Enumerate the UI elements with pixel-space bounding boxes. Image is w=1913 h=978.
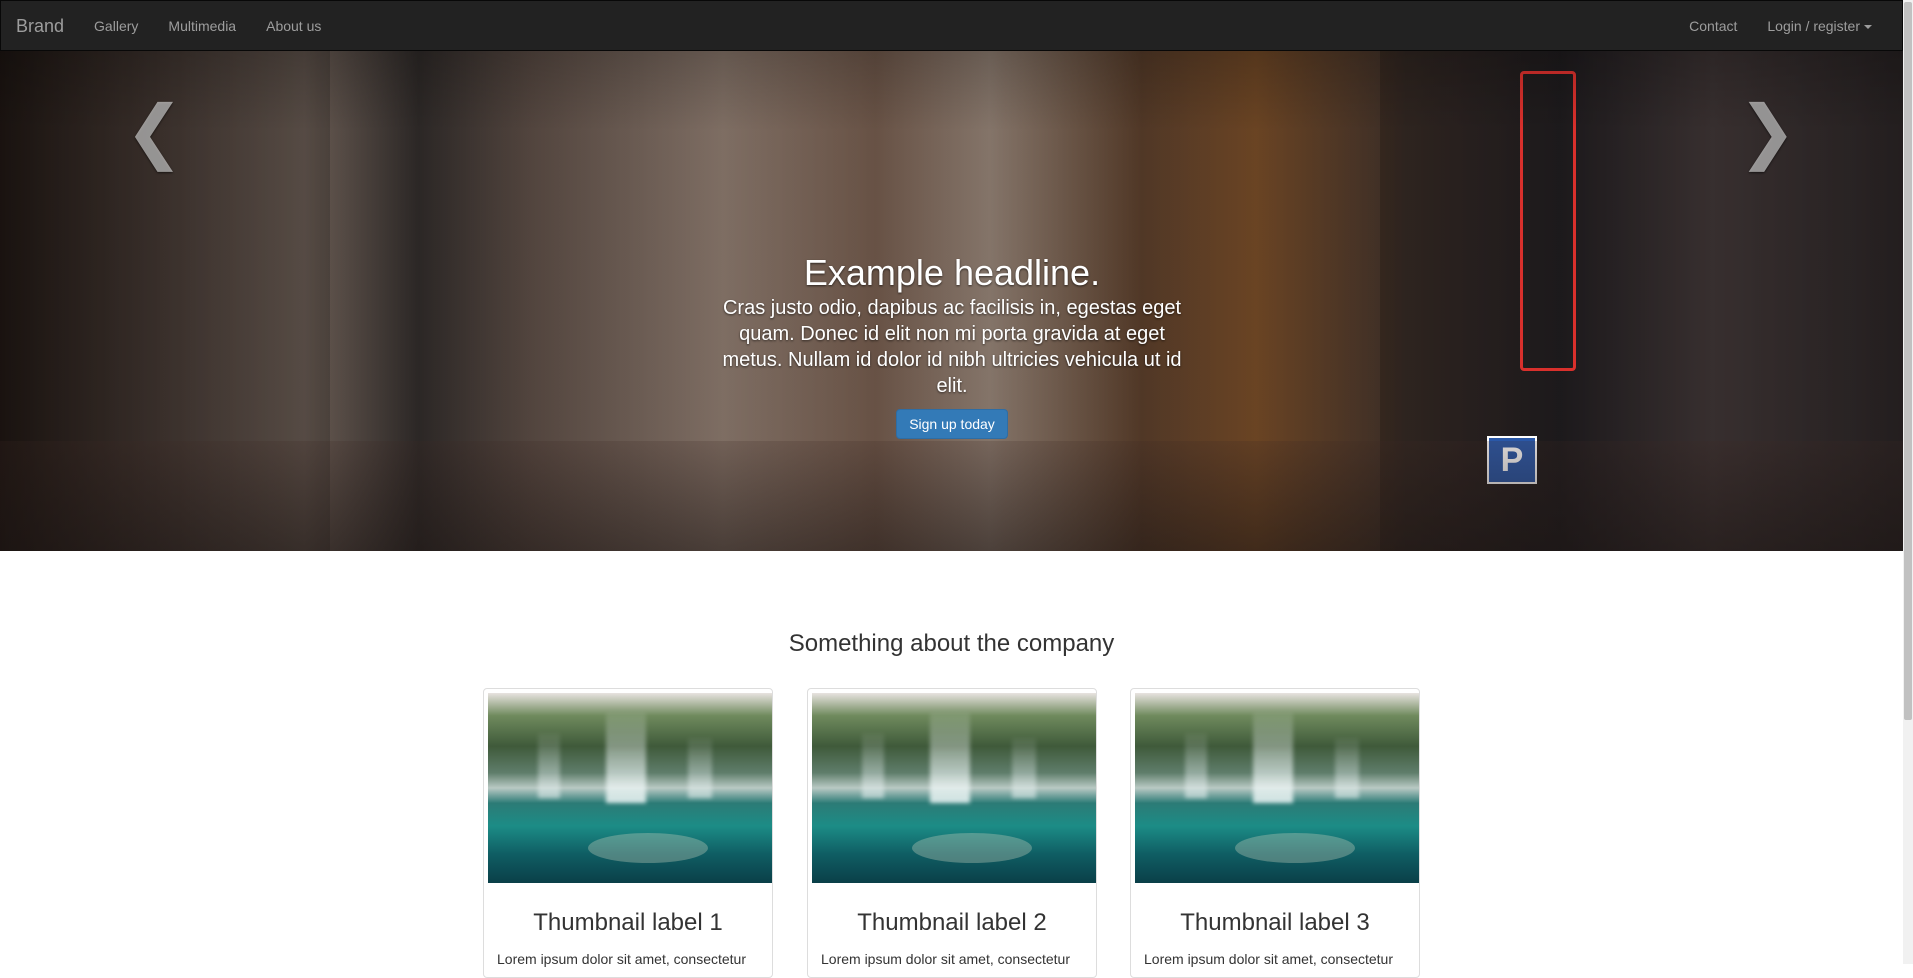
thumbnail-label: Thumbnail label 3: [1180, 909, 1370, 936]
thumbnail-text: Lorem ipsum dolor sit amet, consectetur: [821, 951, 1070, 967]
page-scrollbar[interactable]: [1903, 0, 1913, 964]
nav-link-contact[interactable]: Contact: [1674, 1, 1752, 51]
scrollbar-thumb[interactable]: [1904, 2, 1912, 720]
hero-street: [0, 441, 1903, 551]
nav-link-multimedia[interactable]: Multimedia: [153, 1, 251, 51]
hero-text: Cras justo odio, dapibus ac facilisis in…: [722, 297, 1182, 397]
thumbnail-label: Thumbnail label 1: [533, 909, 723, 936]
thumbnail-image: [488, 693, 772, 883]
hero-top-shade: [0, 51, 1903, 131]
nav-link-about[interactable]: About us: [251, 1, 336, 51]
brand-link[interactable]: Brand: [1, 1, 79, 51]
thumbnail-text: Lorem ipsum dolor sit amet, consectetur: [497, 951, 746, 967]
thumbnail-card: Thumbnail label 1 Lorem ipsum dolor sit …: [483, 688, 773, 978]
caret-down-icon: [1864, 24, 1872, 29]
company-section-title: Something about the company: [788, 630, 1115, 657]
sign-up-button[interactable]: Sign up today: [896, 409, 1008, 439]
login-dropdown[interactable]: Login / register: [1752, 1, 1887, 51]
thumbnail-image: [812, 693, 1096, 883]
hero-carousel: P ❮ ❯ Example headline. Cras justo odio,…: [0, 51, 1903, 551]
carousel-prev-icon[interactable]: ❮: [125, 96, 184, 166]
nav-left-group: Gallery Multimedia About us: [79, 1, 336, 50]
carousel-next-icon[interactable]: ❯: [1738, 96, 1797, 166]
carousel-caption: Example headline. Cras justo odio, dapib…: [707, 253, 1197, 439]
nav-link-gallery[interactable]: Gallery: [79, 1, 153, 51]
thumbnail-text: Lorem ipsum dolor sit amet, consectetur: [1144, 951, 1393, 967]
top-navbar: Brand Gallery Multimedia About us Contac…: [0, 0, 1903, 51]
thumbnail-card: Thumbnail label 2 Lorem ipsum dolor sit …: [807, 688, 1097, 978]
thumbnail-card: Thumbnail label 3 Lorem ipsum dolor sit …: [1130, 688, 1420, 978]
thumbnail-image: [1135, 693, 1419, 883]
thumbnail-label: Thumbnail label 2: [857, 909, 1047, 936]
login-dropdown-label: Login / register: [1767, 17, 1860, 34]
nav-right-group: Contact Login / register: [1674, 1, 1887, 50]
hero-headline: Example headline.: [803, 252, 1101, 293]
